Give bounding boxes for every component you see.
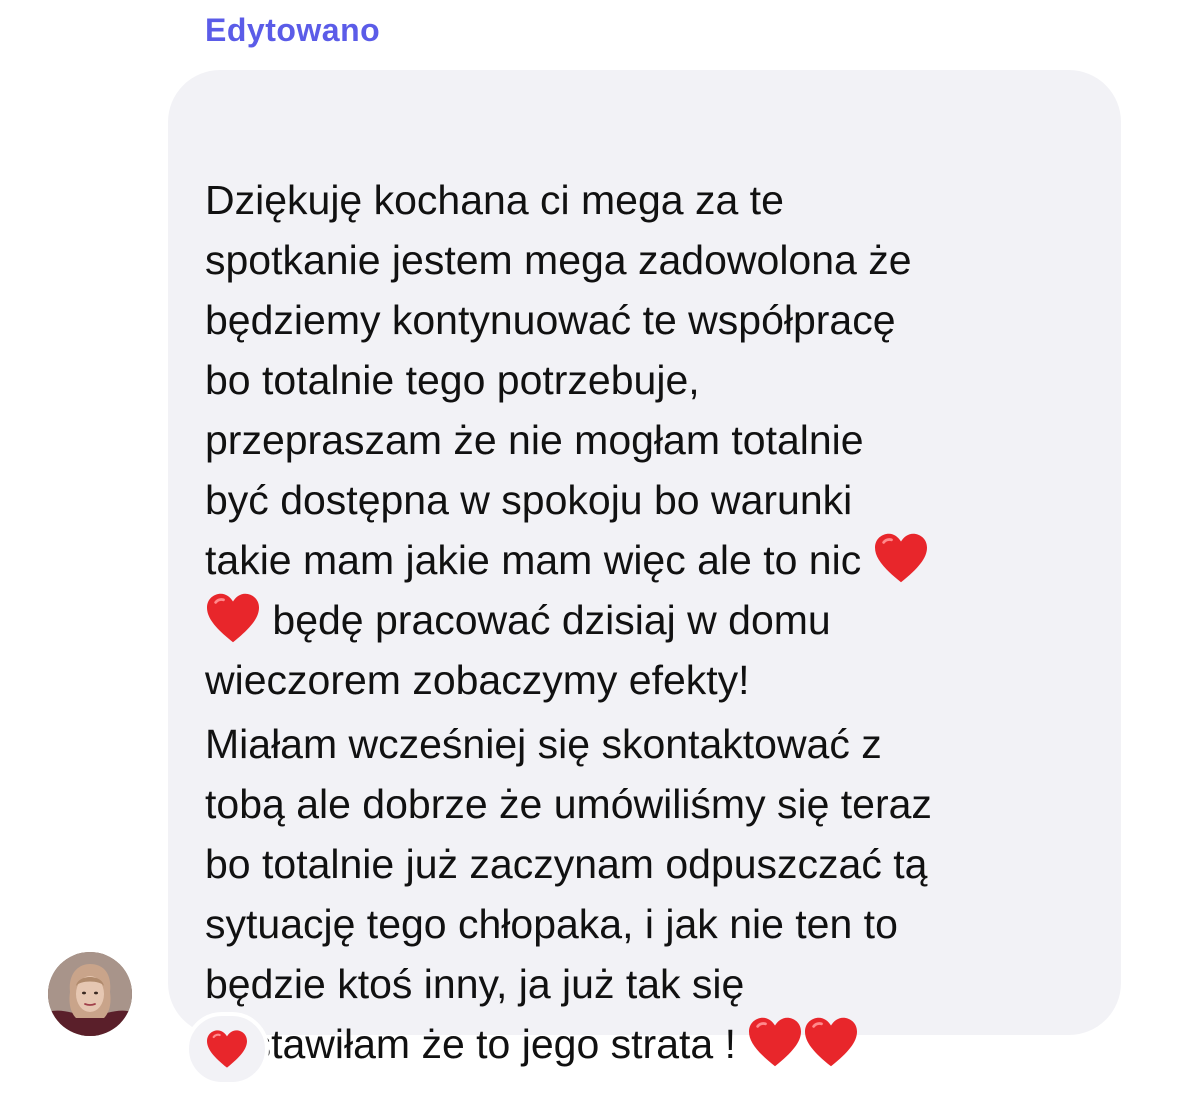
text-line: będzie ktoś inny, ja już tak się: [205, 961, 745, 1007]
heart-emoji-icon: [874, 533, 927, 583]
text-line: spotkanie jestem mega zadowolona że: [205, 237, 912, 283]
text-line: przepraszam że nie mogłam totalnie: [205, 417, 864, 463]
text-line: sytuację tego chłopaka, i jak nie ten to: [205, 901, 898, 947]
text-line: będę pracować dzisiaj w domu: [261, 597, 831, 643]
text-line: bo totalnie już zaczynam odpuszczać tą: [205, 841, 928, 887]
edited-label: Edytowano: [205, 12, 381, 48]
message-bubble[interactable]: Dziękuję kochana ci mega za te spotkanie…: [168, 70, 1121, 1067]
message-text: Dziękuję kochana ci mega za te spotkanie…: [205, 170, 1095, 1074]
heart-reaction-badge[interactable]: [185, 1012, 269, 1086]
heart-emoji-icon: [805, 1017, 858, 1067]
text-line: takie mam jakie mam więc ale to nic: [205, 537, 862, 583]
avatar-portrait-icon: [48, 952, 132, 1036]
text-line: być dostępna w spokoju bo warunki: [205, 477, 853, 523]
text-line: tobą ale dobrze że umówiliśmy się teraz: [205, 781, 932, 827]
text-line: będziemy kontynuować te współpracę: [205, 297, 896, 343]
text-line: Miałam wcześniej się skontaktować z: [205, 721, 882, 767]
text-line: nastawiłam że to jego strata !: [205, 1021, 736, 1067]
heart-emoji-icon: [207, 593, 259, 643]
text-line: Dziękuję kochana ci mega za te: [205, 177, 784, 223]
text-line: bo totalnie tego potrzebuje,: [205, 357, 700, 403]
text-line: wieczorem zobaczymy efekty!: [205, 657, 750, 703]
sender-avatar[interactable]: [48, 952, 132, 1036]
message-paragraph-2: Miałam wcześniej się skontaktować z tobą…: [205, 714, 1095, 1074]
message-paragraph-1: Dziękuję kochana ci mega za te spotkanie…: [205, 170, 1095, 710]
red-heart-icon: [207, 1030, 247, 1068]
heart-emoji-icon: [749, 1017, 802, 1067]
